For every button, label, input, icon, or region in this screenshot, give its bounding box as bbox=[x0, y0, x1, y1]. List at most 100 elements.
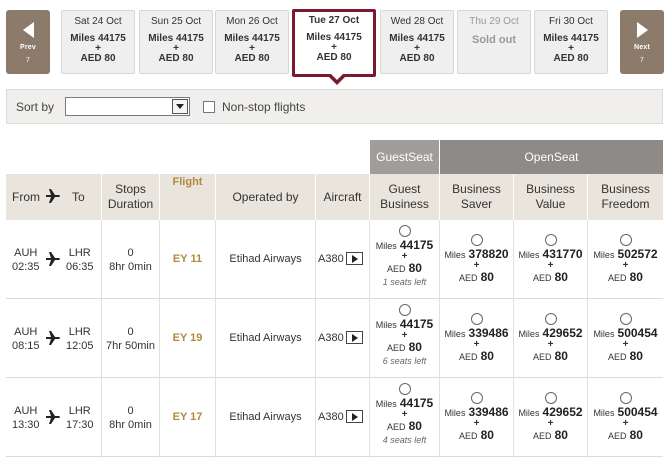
origin: AUH 13:30 bbox=[12, 404, 40, 432]
cell-stops: 0 8hr 0min bbox=[102, 378, 160, 457]
miles-label: Miles bbox=[375, 241, 397, 251]
stops-count: 0 bbox=[127, 247, 134, 259]
miles-label: Miles bbox=[518, 329, 540, 339]
date-aed: AED 80 bbox=[399, 53, 435, 64]
sort-select-overlay bbox=[65, 97, 190, 116]
seats-left: 6 seats left bbox=[382, 356, 427, 366]
fare-business-value[interactable]: Miles 429652 + AED 80 bbox=[514, 378, 588, 457]
date-label: Mon 26 Oct bbox=[226, 16, 278, 27]
origin-code: AUH bbox=[14, 326, 38, 338]
date-tab-sat-24[interactable]: Sat 24 Oct Miles 44175 + AED 80 bbox=[61, 10, 135, 74]
fare-plus: + bbox=[401, 330, 408, 341]
prev-count: 7 bbox=[26, 57, 30, 64]
fare-radio-freedom[interactable] bbox=[619, 392, 632, 404]
plane-icon bbox=[46, 410, 60, 424]
date-label: Fri 30 Oct bbox=[549, 16, 593, 27]
aed-label: AED bbox=[608, 431, 627, 441]
col-guest-1: Guest bbox=[388, 182, 421, 196]
cell-route: AUH 02:35 LHR 06:35 bbox=[6, 220, 102, 299]
next-label: Next bbox=[634, 44, 650, 51]
flight-number-link[interactable]: EY 17 bbox=[160, 411, 215, 423]
fare-radio-value[interactable] bbox=[544, 234, 557, 246]
fare-business-value[interactable]: Miles 431770 + AED 80 bbox=[514, 220, 588, 299]
cell-route: AUH 08:15 LHR 12:05 bbox=[6, 299, 102, 378]
arrow-right-icon bbox=[636, 22, 648, 38]
date-tab-fri-30[interactable]: Fri 30 Oct Miles 44175 + AED 80 bbox=[534, 10, 608, 74]
next-count: 7 bbox=[640, 57, 644, 64]
operator-name: Etihad Airways bbox=[229, 253, 302, 265]
aed-label: AED bbox=[608, 352, 627, 362]
fare-aed: 80 bbox=[480, 349, 494, 363]
aed-label: AED bbox=[387, 422, 406, 432]
plane-icon bbox=[46, 331, 60, 345]
date-aed: AED 80 bbox=[234, 53, 270, 64]
col-freedom-1: Business bbox=[601, 182, 650, 196]
duration: 7hr 50min bbox=[106, 340, 155, 352]
fare-business-freedom[interactable]: Miles 500454 + AED 80 bbox=[588, 378, 663, 457]
fare-aed: 80 bbox=[629, 349, 643, 363]
aed-label: AED bbox=[533, 352, 552, 362]
col-from-to: From To bbox=[6, 174, 102, 220]
plane-icon bbox=[46, 189, 60, 203]
aircraft-type: A380 bbox=[318, 253, 344, 265]
fare-radio-guest[interactable] bbox=[398, 225, 411, 237]
col-aircraft: Aircraft bbox=[316, 174, 370, 220]
fare-business-saver[interactable]: Miles 339486 + AED 80 bbox=[440, 378, 514, 457]
fare-radio-guest[interactable] bbox=[398, 304, 411, 316]
flight-number-link[interactable]: EY 11 bbox=[160, 253, 215, 265]
next-dates-button[interactable]: Next 7 bbox=[620, 10, 664, 74]
date-tab-wed-28[interactable]: Wed 28 Oct Miles 44175 + AED 80 bbox=[380, 10, 454, 74]
fare-radio-saver[interactable] bbox=[470, 313, 483, 325]
fare-aed: 80 bbox=[554, 428, 568, 442]
chevron-down-icon[interactable] bbox=[172, 99, 188, 114]
destination-code: LHR bbox=[68, 326, 91, 338]
fare-miles: 502572 bbox=[617, 247, 658, 261]
aed-label: AED bbox=[459, 273, 478, 283]
fare-miles: 44175 bbox=[399, 396, 434, 410]
fare-business-value[interactable]: Miles 429652 + AED 80 bbox=[514, 299, 588, 378]
fare-plus: + bbox=[401, 409, 408, 420]
fare-radio-guest[interactable] bbox=[398, 383, 411, 395]
aircraft-video-play-icon[interactable] bbox=[346, 252, 363, 265]
fare-guest-business[interactable]: Miles 44175 + AED 80 1 seats left bbox=[370, 220, 440, 299]
date-tab-tue-27-selected[interactable]: Tue 27 Oct Miles 44175 + AED 80 bbox=[292, 9, 376, 85]
fare-radio-value[interactable] bbox=[544, 392, 557, 404]
date-aed: AED 80 bbox=[316, 52, 352, 63]
aed-label: AED bbox=[533, 431, 552, 441]
col-value-1: Business bbox=[526, 182, 575, 196]
fare-radio-value[interactable] bbox=[544, 313, 557, 325]
fare-guest-business[interactable]: Miles 44175 + AED 80 4 seats left bbox=[370, 378, 440, 457]
fare-business-freedom[interactable]: Miles 502572 + AED 80 bbox=[588, 220, 663, 299]
fare-business-saver[interactable]: Miles 378820 + AED 80 bbox=[440, 220, 514, 299]
fare-radio-freedom[interactable] bbox=[619, 313, 632, 325]
miles-label: Miles bbox=[518, 408, 540, 418]
destination: LHR 06:35 bbox=[66, 246, 94, 274]
date-tab-mon-26[interactable]: Mon 26 Oct Miles 44175 + AED 80 bbox=[215, 10, 289, 74]
plane-icon bbox=[46, 252, 60, 266]
aircraft-video-play-icon[interactable] bbox=[346, 410, 363, 423]
flight-number-link[interactable]: EY 19 bbox=[160, 332, 215, 344]
prev-dates-button[interactable]: Prev 7 bbox=[6, 10, 50, 74]
fare-radio-freedom[interactable] bbox=[619, 234, 632, 246]
fare-plus: + bbox=[547, 260, 554, 271]
arrow-left-icon bbox=[22, 22, 34, 38]
miles-label: Miles bbox=[444, 329, 466, 339]
non-stop-checkbox[interactable] bbox=[203, 101, 215, 113]
operator-name: Etihad Airways bbox=[229, 332, 302, 344]
col-business-value: Business Value bbox=[514, 174, 588, 220]
fare-radio-saver[interactable] bbox=[470, 234, 483, 246]
selected-caret-inner bbox=[331, 74, 343, 80]
fare-business-saver[interactable]: Miles 339486 + AED 80 bbox=[440, 299, 514, 378]
miles-label: Miles bbox=[375, 399, 397, 409]
fare-radio-saver[interactable] bbox=[470, 392, 483, 404]
date-tab-sun-25[interactable]: Sun 25 Oct Miles 44175 + AED 80 bbox=[139, 10, 213, 74]
fare-business-freedom[interactable]: Miles 500454 + AED 80 bbox=[588, 299, 663, 378]
col-saver-1: Business bbox=[452, 182, 501, 196]
sold-out-label: Sold out bbox=[472, 34, 516, 46]
fare-guest-business[interactable]: Miles 44175 + AED 80 6 seats left bbox=[370, 299, 440, 378]
aircraft-video-play-icon[interactable] bbox=[346, 331, 363, 344]
cell-operated-by: Etihad Airways bbox=[216, 220, 316, 299]
cell-aircraft: A380 bbox=[316, 378, 370, 457]
fare-miles: 429652 bbox=[542, 405, 583, 419]
date-label: Sat 24 Oct bbox=[74, 16, 122, 27]
